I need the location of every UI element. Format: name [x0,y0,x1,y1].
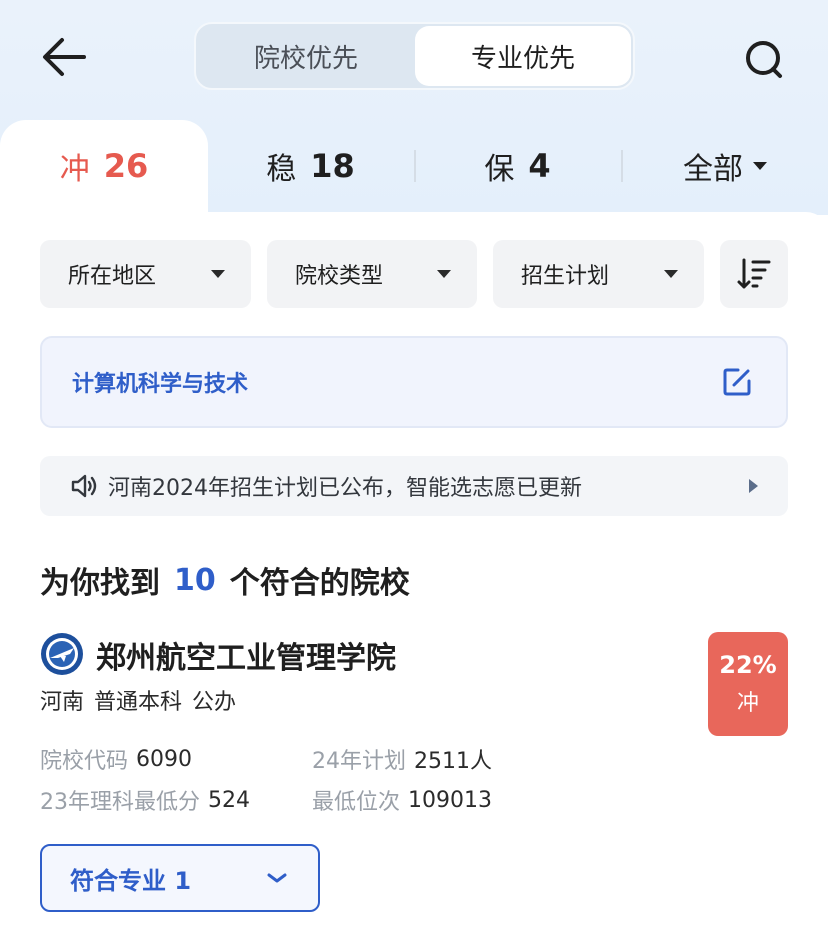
caret-down-icon [437,270,451,278]
tab-count: 4 [528,147,551,185]
probability-value: 22% [719,651,777,679]
tab-label: 全部 [683,152,743,187]
matching-majors-button[interactable]: 符合专业 1 [40,844,320,912]
tab-count: 18 [310,147,355,185]
stat-label: 24年计划 [312,749,406,774]
priority-segmented-control: 院校优先 专业优先 [194,22,635,90]
search-icon [746,41,782,78]
filter-school-type[interactable]: 院校类型 [267,240,477,308]
arrow-left-icon [43,38,86,76]
chevron-down-icon [267,873,287,883]
tab-count: 26 [103,147,149,185]
caret-right-icon [749,479,758,493]
search-button[interactable] [740,36,788,82]
speaker-icon [71,474,97,498]
caret-down-icon [211,270,225,278]
tab-bao[interactable]: 保 4 [415,138,620,194]
tab-chong[interactable]: 冲 26 [0,138,208,194]
stat-value: 109013 [408,787,492,813]
school-logo [40,632,84,676]
caret-down-icon [753,162,767,170]
notice-bar[interactable]: 河南2024年招生计划已公布，智能选志愿已更新 [40,456,788,516]
result-count: 10 [174,562,216,598]
tab-label: 稳 [266,152,297,187]
stat-plan: 24年计划 2511人 [312,744,492,774]
notice-text: 河南2024年招生计划已公布，智能选志愿已更新 [108,476,582,501]
filter-enrollment-plan[interactable]: 招生计划 [493,240,704,308]
probability-label: 冲 [736,691,759,716]
result-prefix: 为你找到 [40,566,160,601]
admission-probability-badge: 22% 冲 [708,632,788,736]
stat-label: 院校代码 [40,749,129,774]
caret-down-icon [664,270,678,278]
sort-desc-icon [737,258,771,289]
stat-value: 524 [208,787,250,813]
school-tag-province: 河南 [40,690,85,715]
result-count-heading: 为你找到 10 个符合的院校 [40,558,410,602]
stat-min-score: 23年理科最低分 524 [40,785,250,816]
stat-school-code: 院校代码 6090 [40,744,193,775]
stat-min-rank: 最低位次 109013 [312,785,492,816]
matching-majors-label: 符合专业 1 [70,866,192,895]
edit-icon[interactable] [722,367,752,397]
selected-major-box[interactable]: 计算机科学与技术 [40,336,788,428]
sort-button[interactable] [720,240,788,308]
tab-all[interactable]: 全部 [622,138,828,194]
school-tag-ownership: 公办 [192,690,237,715]
segment-major-first[interactable]: 专业优先 [415,26,631,86]
school-name[interactable]: 郑州航空工业管理学院 [96,632,396,678]
school-tags: 河南 普通本科 公办 [40,684,236,716]
filter-label: 所在地区 [68,264,157,289]
back-button[interactable] [40,36,88,78]
tab-label: 保 [484,152,515,187]
segment-school-first[interactable]: 院校优先 [198,26,414,86]
stat-label: 最低位次 [312,790,401,815]
tab-wen[interactable]: 稳 18 [208,138,413,194]
filter-label: 院校类型 [295,264,384,289]
filter-label: 招生计划 [521,264,610,289]
stat-value: 6090 [136,746,193,772]
stat-value: 2511人 [414,749,492,774]
school-tag-level: 普通本科 [94,690,183,715]
stat-label: 23年理科最低分 [40,790,200,815]
selected-major-label: 计算机科学与技术 [72,372,249,397]
result-suffix: 个符合的院校 [229,566,410,601]
tab-label: 冲 [59,152,90,187]
filter-region[interactable]: 所在地区 [40,240,251,308]
